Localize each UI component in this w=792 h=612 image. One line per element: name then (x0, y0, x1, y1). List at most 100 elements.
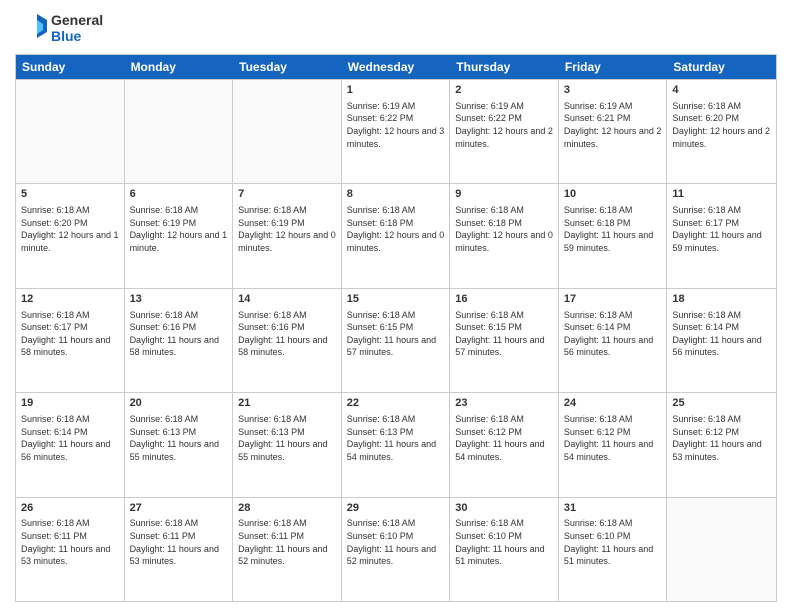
day-info: Sunrise: 6:18 AM Sunset: 6:12 PM Dayligh… (672, 413, 771, 463)
day-number: 21 (238, 396, 336, 411)
empty-cell (667, 498, 776, 601)
day-number: 12 (21, 292, 119, 307)
day-number: 31 (564, 501, 662, 516)
day-info: Sunrise: 6:19 AM Sunset: 6:21 PM Dayligh… (564, 100, 662, 150)
day-cell-10: 10Sunrise: 6:18 AM Sunset: 6:18 PM Dayli… (559, 184, 668, 287)
day-info: Sunrise: 6:18 AM Sunset: 6:17 PM Dayligh… (672, 204, 771, 254)
day-info: Sunrise: 6:18 AM Sunset: 6:11 PM Dayligh… (21, 517, 119, 567)
day-cell-6: 6 Sunrise: 6:18 AM Sunset: 6:19 PM Daylig… (125, 184, 234, 287)
day-cell-17: 17Sunrise: 6:18 AM Sunset: 6:14 PM Dayli… (559, 289, 668, 392)
day-info: Sunrise: 6:18 AM Sunset: 6:13 PM Dayligh… (238, 413, 336, 463)
day-number: 5 (21, 187, 119, 202)
day-info: Sunrise: 6:18 AM Sunset: 6:14 PM Dayligh… (672, 309, 771, 359)
day-cell-30: 30Sunrise: 6:18 AM Sunset: 6:10 PM Dayli… (450, 498, 559, 601)
day-cell-19: 19 Sunrise: 6:18 AM Sunset: 6:14 PM Dayli… (16, 393, 125, 496)
logo-text: General Blue (51, 12, 103, 44)
week-row-3: 12 Sunrise: 6:18 AM Sunset: 6:17 PM Dayli… (16, 288, 776, 392)
day-cell-1: 1Sunrise: 6:19 AM Sunset: 6:22 PM Daylig… (342, 80, 451, 183)
day-info: Sunrise: 6:18 AM Sunset: 6:17 PM Dayligh… (21, 309, 119, 359)
day-info: Sunrise: 6:18 AM Sunset: 6:15 PM Dayligh… (455, 309, 553, 359)
day-cell-8: 8 Sunrise: 6:18 AM Sunset: 6:18 PM Daylig… (342, 184, 451, 287)
day-number: 28 (238, 501, 336, 516)
day-cell-2: 2 Sunrise: 6:19 AM Sunset: 6:22 PM Daylig… (450, 80, 559, 183)
day-header-monday: Monday (125, 55, 234, 79)
day-cell-9: 9 Sunrise: 6:18 AM Sunset: 6:18 PM Daylig… (450, 184, 559, 287)
week-row-2: 5 Sunrise: 6:18 AM Sunset: 6:20 PM Daylig… (16, 183, 776, 287)
day-info: Sunrise: 6:18 AM Sunset: 6:11 PM Dayligh… (130, 517, 228, 567)
day-cell-5: 5 Sunrise: 6:18 AM Sunset: 6:20 PM Daylig… (16, 184, 125, 287)
day-info: Sunrise: 6:18 AM Sunset: 6:19 PM Dayligh… (130, 204, 228, 254)
day-number: 27 (130, 501, 228, 516)
logo: General Blue (15, 10, 103, 46)
day-number: 4 (672, 83, 771, 98)
day-info: Sunrise: 6:18 AM Sunset: 6:18 PM Dayligh… (455, 204, 553, 254)
day-number: 15 (347, 292, 445, 307)
day-info: Sunrise: 6:18 AM Sunset: 6:16 PM Dayligh… (238, 309, 336, 359)
day-info: Sunrise: 6:18 AM Sunset: 6:19 PM Dayligh… (238, 204, 336, 254)
day-info: Sunrise: 6:18 AM Sunset: 6:18 PM Dayligh… (347, 204, 445, 254)
day-number: 13 (130, 292, 228, 307)
logo-general: General (51, 12, 103, 28)
day-header-friday: Friday (559, 55, 668, 79)
day-info: Sunrise: 6:18 AM Sunset: 6:10 PM Dayligh… (347, 517, 445, 567)
day-info: Sunrise: 6:18 AM Sunset: 6:16 PM Dayligh… (130, 309, 228, 359)
day-cell-27: 27Sunrise: 6:18 AM Sunset: 6:11 PM Dayli… (125, 498, 234, 601)
day-number: 8 (347, 187, 445, 202)
week-row-5: 26Sunrise: 6:18 AM Sunset: 6:11 PM Dayli… (16, 497, 776, 601)
day-info: Sunrise: 6:18 AM Sunset: 6:10 PM Dayligh… (564, 517, 662, 567)
day-number: 11 (672, 187, 771, 202)
day-cell-24: 24 Sunrise: 6:18 AM Sunset: 6:12 PM Dayli… (559, 393, 668, 496)
day-cell-14: 14 Sunrise: 6:18 AM Sunset: 6:16 PM Dayli… (233, 289, 342, 392)
calendar: SundayMondayTuesdayWednesdayThursdayFrid… (15, 54, 777, 602)
day-number: 1 (347, 83, 445, 98)
day-number: 14 (238, 292, 336, 307)
empty-cell (16, 80, 125, 183)
calendar-body: 1 Sunrise: 6:19 AM Sunset: 6:22 PM Daylig… (16, 79, 776, 601)
day-cell-21: 21 Sunrise: 6:18 AM Sunset: 6:13 PM Dayli… (233, 393, 342, 496)
day-info: Sunrise: 6:18 AM Sunset: 6:11 PM Dayligh… (238, 517, 336, 567)
day-header-thursday: Thursday (450, 55, 559, 79)
day-header-sunday: Sunday (16, 55, 125, 79)
day-cell-15: 15 Sunrise: 6:18 AM Sunset: 6:15 PM Dayli… (342, 289, 451, 392)
day-cell-7: 7 Sunrise: 6:18 AM Sunset: 6:19 PM Daylig… (233, 184, 342, 287)
day-cell-26: 26Sunrise: 6:18 AM Sunset: 6:11 PM Dayli… (16, 498, 125, 601)
logo-container: General Blue (15, 10, 103, 46)
day-number: 19 (21, 396, 119, 411)
day-cell-3: 3 Sunrise: 6:19 AM Sunset: 6:21 PM Daylig… (559, 80, 668, 183)
day-number: 10 (564, 187, 662, 202)
week-row-4: 19 Sunrise: 6:18 AM Sunset: 6:14 PM Dayli… (16, 392, 776, 496)
day-cell-18: 18 Sunrise: 6:18 AM Sunset: 6:14 PM Dayli… (667, 289, 776, 392)
day-number: 6 (130, 187, 228, 202)
day-number: 9 (455, 187, 553, 202)
day-cell-16: 16 Sunrise: 6:18 AM Sunset: 6:15 PM Dayli… (450, 289, 559, 392)
day-cell-23: 23 Sunrise: 6:18 AM Sunset: 6:12 PM Dayli… (450, 393, 559, 496)
day-cell-11: 11 Sunrise: 6:18 AM Sunset: 6:17 PM Dayli… (667, 184, 776, 287)
calendar-header: SundayMondayTuesdayWednesdayThursdayFrid… (16, 55, 776, 79)
day-number: 23 (455, 396, 553, 411)
day-number: 7 (238, 187, 336, 202)
empty-cell (125, 80, 234, 183)
day-info: Sunrise: 6:18 AM Sunset: 6:12 PM Dayligh… (455, 413, 553, 463)
day-cell-22: 22Sunrise: 6:18 AM Sunset: 6:13 PM Dayli… (342, 393, 451, 496)
day-number: 16 (455, 292, 553, 307)
day-info: Sunrise: 6:18 AM Sunset: 6:12 PM Dayligh… (564, 413, 662, 463)
day-number: 29 (347, 501, 445, 516)
logo-svg (15, 10, 51, 46)
day-number: 24 (564, 396, 662, 411)
day-number: 3 (564, 83, 662, 98)
week-row-1: 1 Sunrise: 6:19 AM Sunset: 6:22 PM Daylig… (16, 79, 776, 183)
day-info: Sunrise: 6:18 AM Sunset: 6:13 PM Dayligh… (347, 413, 445, 463)
day-number: 26 (21, 501, 119, 516)
day-info: Sunrise: 6:19 AM Sunset: 6:22 PM Dayligh… (455, 100, 553, 150)
day-info: Sunrise: 6:18 AM Sunset: 6:14 PM Dayligh… (21, 413, 119, 463)
day-info: Sunrise: 6:18 AM Sunset: 6:20 PM Dayligh… (672, 100, 771, 150)
day-cell-4: 4 Sunrise: 6:18 AM Sunset: 6:20 PM Daylig… (667, 80, 776, 183)
day-info: Sunrise: 6:18 AM Sunset: 6:13 PM Dayligh… (130, 413, 228, 463)
day-number: 18 (672, 292, 771, 307)
header: General Blue (15, 10, 777, 46)
day-number: 2 (455, 83, 553, 98)
empty-cell (233, 80, 342, 183)
day-number: 25 (672, 396, 771, 411)
day-info: Sunrise: 6:18 AM Sunset: 6:20 PM Dayligh… (21, 204, 119, 254)
day-info: Sunrise: 6:18 AM Sunset: 6:15 PM Dayligh… (347, 309, 445, 359)
